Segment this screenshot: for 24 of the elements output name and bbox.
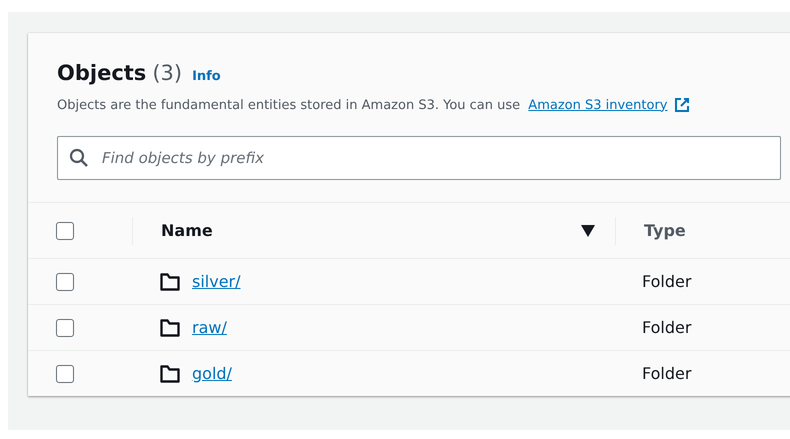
column-header[interactable]: Name — [161, 221, 213, 240]
folder-link[interactable]: silver/ — [192, 272, 241, 291]
table-cell: Folder — [642, 272, 692, 291]
panel-title: Objects — [57, 61, 146, 85]
search-field[interactable]: Find objects by prefix — [57, 136, 781, 180]
external-link-icon — [674, 97, 690, 113]
row-checkbox[interactable] — [56, 364, 74, 382]
column-header[interactable]: Type — [644, 221, 686, 240]
folder-link[interactable]: raw/ — [192, 318, 227, 337]
folder-icon — [160, 318, 180, 336]
table-cell: Folder — [642, 318, 692, 337]
search-icon — [69, 148, 89, 168]
sort-icon[interactable] — [581, 224, 595, 236]
folder-icon — [160, 364, 180, 382]
folder-link[interactable]: gold/ — [192, 364, 232, 383]
inventory-link[interactable]: Amazon S3 inventory — [528, 98, 668, 112]
folder-icon — [160, 272, 180, 290]
object-count: (3) — [152, 61, 182, 85]
row-checkbox[interactable] — [56, 318, 74, 336]
table-cell: Folder — [642, 364, 692, 383]
select-all-checkbox[interactable] — [56, 222, 74, 240]
description-text: Objects are the fundamental entities stored in Amazon S3. You can use — [57, 98, 522, 112]
info-link[interactable]: Info — [192, 69, 221, 84]
row-checkbox[interactable] — [56, 272, 74, 290]
